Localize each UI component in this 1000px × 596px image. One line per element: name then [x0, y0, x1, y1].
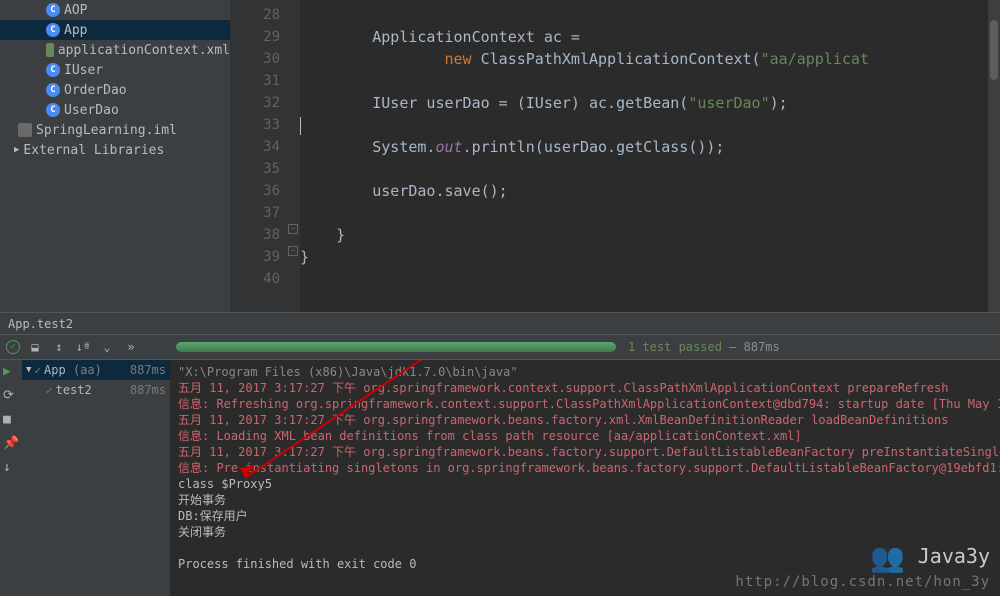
chevron-right-icon: ▶ [14, 145, 19, 155]
ok-icon: ✓ [34, 364, 41, 377]
run-toolbar: ✓ ⬓ ↕ ↓ª ⌄ » 1 test passed – 887ms [0, 334, 1000, 360]
test-time: 887ms [130, 383, 166, 397]
xml-icon [46, 43, 54, 57]
rerun-failed-icon[interactable]: ⟳ [3, 388, 19, 404]
tree-item-iuser[interactable]: C IUser [0, 60, 230, 80]
console-line: class $Proxy5 [178, 476, 992, 492]
rerun-icon[interactable]: ▶ [3, 364, 19, 380]
scrollbar-thumb[interactable] [990, 20, 998, 80]
test-name: test2 [56, 383, 92, 397]
tree-item-label: SpringLearning.iml [36, 123, 177, 138]
code-area[interactable]: ApplicationContext ac = new ClassPathXml… [300, 0, 1000, 312]
run-gutter: ▶ ⟳ ■ 📌 ↓ [0, 360, 22, 596]
test-pkg: (aa) [73, 363, 102, 377]
tree-item-aop[interactable]: C AOP [0, 0, 230, 20]
test-name: App [44, 363, 66, 377]
console-line: 五月 11, 2017 3:17:27 下午 org.springframewo… [178, 444, 992, 460]
console-line: 五月 11, 2017 3:17:27 下午 org.springframewo… [178, 412, 992, 428]
run-ok-icon[interactable]: ✓ [6, 340, 20, 354]
more-icon[interactable]: » [122, 338, 140, 356]
tree-item-xml[interactable]: applicationContext.xml [0, 40, 230, 60]
file-icon [18, 123, 32, 137]
console-line: 开始事务 [178, 492, 992, 508]
breadcrumb[interactable]: App.test2 [0, 312, 1000, 334]
console-line: 关闭事务 [178, 524, 992, 540]
test-tree[interactable]: ▼ ✓ App (aa) 887ms ✓ test2 887ms [22, 360, 170, 596]
chevron-down-icon: ▼ [26, 365, 31, 375]
console-line: 信息: Refreshing org.springframework.conte… [178, 396, 992, 412]
tree-item-ext-lib[interactable]: ▶ External Libraries [0, 140, 230, 160]
sort-icon[interactable]: ↓ª [74, 338, 92, 356]
code-editor[interactable]: 28293031323334353637383940 ApplicationCo… [230, 0, 1000, 312]
line-gutter: 28293031323334353637383940 [230, 0, 300, 312]
tree-item-app[interactable]: C App [0, 20, 230, 40]
tree-item-label: applicationContext.xml [58, 43, 230, 58]
test-status: 1 test passed – 887ms [628, 340, 780, 354]
collapse-icon[interactable]: ⬓ [26, 338, 44, 356]
tree-item-label: AOP [64, 3, 87, 18]
down-icon[interactable]: ↓ [3, 460, 19, 476]
project-tree[interactable]: CAOP CApp applicationContext.xml CIUser … [0, 0, 230, 312]
tree-item-orderdao[interactable]: C OrderDao [0, 80, 230, 100]
test-progress-bar [176, 342, 616, 352]
vertical-scrollbar[interactable] [988, 0, 1000, 312]
filter-icon[interactable]: ⌄ [98, 338, 116, 356]
tree-item-userdao[interactable]: C UserDao [0, 100, 230, 120]
tree-item-label: IUser [64, 63, 103, 78]
watermark-url: http://blog.csdn.net/hon_3y [735, 574, 990, 590]
tree-item-label: OrderDao [64, 83, 127, 98]
console-line: 信息: Pre-instantiating singletons in org.… [178, 460, 992, 476]
tree-item-iml[interactable]: SpringLearning.iml [0, 120, 230, 140]
test-time: 887ms [130, 363, 166, 377]
stop-icon[interactable]: ■ [3, 412, 19, 428]
toggle-icon[interactable]: ↕ [50, 338, 68, 356]
console-line: "X:\Program Files (x86)\Java\jdk1.7.0\bi… [178, 364, 992, 380]
test-tree-root[interactable]: ▼ ✓ App (aa) 887ms [22, 360, 170, 380]
pin-icon[interactable]: 📌 [3, 436, 19, 452]
console-line: DB:保存用户 [178, 508, 992, 524]
class-icon: C [46, 83, 60, 97]
tree-item-label: App [64, 23, 87, 38]
wechat-icon: 👥 [870, 541, 905, 574]
fold-icon[interactable]: − [288, 246, 298, 256]
ok-icon: ✓ [46, 384, 53, 397]
class-icon: C [46, 23, 60, 37]
watermark-text: Java3y [918, 544, 990, 568]
tree-item-label: External Libraries [23, 143, 164, 158]
class-icon: C [46, 3, 60, 17]
text-caret [300, 117, 301, 135]
class-icon: C [46, 103, 60, 117]
console-line: 信息: Loading XML bean definitions from cl… [178, 428, 992, 444]
fold-icon[interactable]: − [288, 224, 298, 234]
test-tree-item[interactable]: ✓ test2 887ms [22, 380, 170, 400]
breadcrumb-text: App.test2 [8, 317, 73, 331]
class-icon: C [46, 63, 60, 77]
tree-item-label: UserDao [64, 103, 119, 118]
console-line: 五月 11, 2017 3:17:27 下午 org.springframewo… [178, 380, 992, 396]
